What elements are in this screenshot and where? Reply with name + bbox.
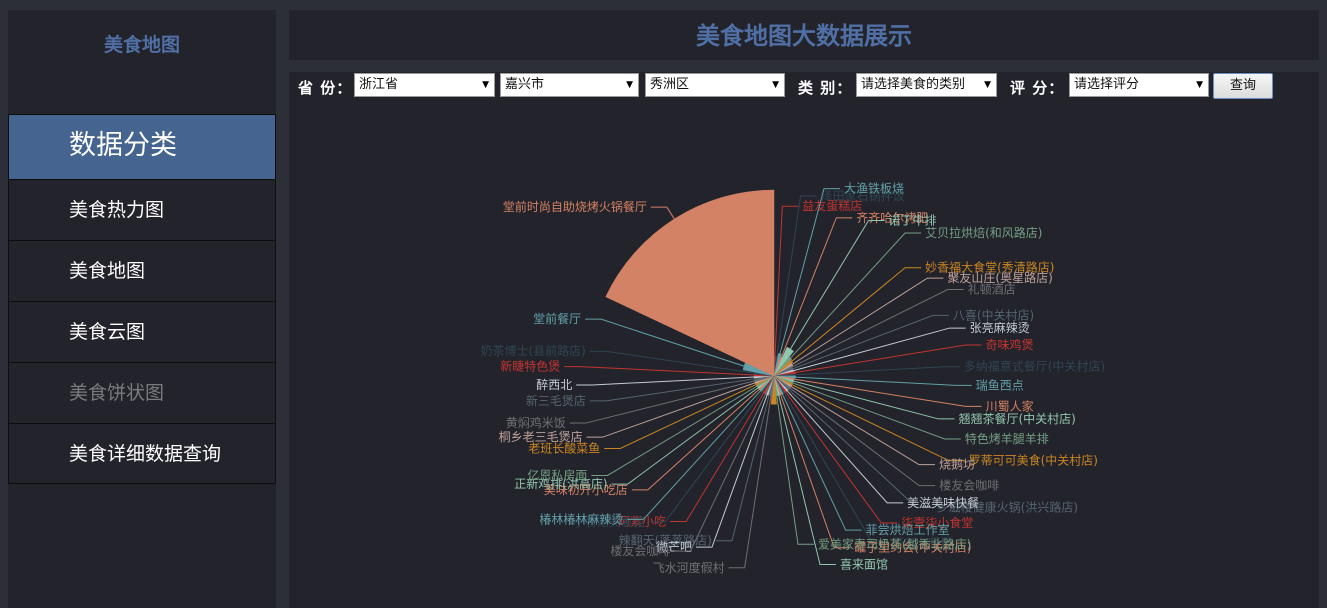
label-line (604, 384, 757, 450)
chevron-down-icon: ▼ (984, 80, 991, 90)
query-button[interactable]: 查询 (1213, 73, 1273, 99)
slice-label: 烧鹅坊 (939, 457, 975, 472)
pie-chart: 益友蛋糕店泽田家石锅拌饭大渔铁板烧齐齐哈尔烤肥诺丁牛排艾贝拉烘焙(和风路店)妙香… (480, 182, 1105, 575)
slice-label: 多纳福意式餐厅(中关村店) (964, 359, 1105, 374)
title-bar: 美食地图大数据展示 (289, 10, 1319, 60)
label-line (781, 393, 862, 531)
slice-label: 礼顿酒店 (968, 282, 1016, 297)
label-line (589, 378, 755, 402)
label-line (795, 344, 982, 374)
slice-label: 奶茶博士(县前路店) (480, 343, 585, 358)
label-line (791, 384, 965, 462)
sidebar-logo: 美食地图 (103, 34, 180, 56)
slice-label: 喜来面馆 (840, 556, 888, 571)
slice-label: 醉西北 (536, 377, 572, 392)
slice-label: 新睫特色煲 (500, 359, 560, 374)
label-line (774, 205, 799, 357)
label-line (783, 392, 889, 544)
district-value: 秀洲区 (650, 77, 690, 92)
label-line (780, 394, 851, 549)
label-line (789, 219, 885, 350)
sidebar-menu: 数据分类 美食热力图 美食地图 美食云图 美食饼状图 美食详细数据查询 (8, 114, 276, 484)
label-line (696, 394, 768, 548)
main-panel: 益友蛋糕店 泽田家石锅拌饭 大渔铁板烧 齐齐哈尔烤肥 诺丁牛排 艾贝拉烘焙(和风路店) 妙香… (289, 72, 1319, 608)
label-line (627, 390, 761, 520)
label-line (792, 314, 949, 370)
label-line (780, 217, 853, 358)
label-line (564, 366, 755, 376)
slice-label: 罗蒂可可美食(中关村店) (969, 453, 1098, 468)
slice-label: 特色烤羊腿羊排 (965, 431, 1049, 446)
label-line (776, 395, 814, 545)
city-value: 嘉兴市 (505, 77, 545, 92)
sidebar: 美食地图 数据分类 美食热力图 美食地图 美食云图 美食饼状图 美食详细数据查询 (8, 10, 276, 608)
filter-bar: 省 份： 浙江省 ▼ 嘉兴市 ▼ 秀洲区 ▼ 类 别： 请选择美食的类别 ▼ 评… (289, 72, 1319, 100)
sidebar-item-data-category[interactable]: 数据分类 (8, 114, 276, 179)
chevron-down-icon: ▼ (772, 80, 779, 90)
slice-label: 大渔铁板烧 (844, 182, 904, 196)
slice-label: 楼友会咖啡 (610, 543, 670, 558)
label-line (792, 382, 961, 440)
sidebar-item-food-map[interactable]: 美食地图 (8, 240, 276, 301)
label-line (786, 390, 904, 504)
label-line (791, 277, 944, 365)
page-title: 美食地图大数据展示 (696, 22, 912, 50)
slice-label: 艾贝拉烘焙(和风路店) (925, 225, 1042, 240)
label-line (611, 387, 759, 485)
sidebar-item-food-pie[interactable]: 美食饼状图 (8, 362, 276, 423)
label-line (674, 393, 766, 552)
city-select[interactable]: 嘉兴市 ▼ (500, 73, 639, 97)
label-line (788, 389, 933, 508)
chevron-down-icon: ▼ (626, 80, 633, 90)
slice-label: 菲尝烘焙工作室 (866, 522, 950, 537)
rating-label: 评 分： (1010, 79, 1065, 97)
label-line (576, 376, 755, 386)
slice-label: 奇味鸡煲 (986, 337, 1034, 352)
label-line (790, 232, 922, 359)
province-label: 省 份： (298, 79, 353, 97)
label-line (789, 387, 936, 487)
label-line (793, 366, 960, 376)
chevron-down-icon: ▼ (1196, 80, 1203, 90)
slice-label: 黄焖鸡米饭 (506, 415, 566, 430)
slice-label: 翘翘茶餐厅(中关村店) (958, 411, 1075, 426)
slice-label: 爱美家寿司奶茶(越秀北路店) (818, 536, 971, 551)
sidebar-item-food-heatmap[interactable]: 美食热力图 (8, 179, 276, 240)
slice-label: 美滋美味快餐 (907, 495, 979, 510)
district-select[interactable]: 秀洲区 ▼ (645, 73, 785, 97)
slice-label: 楼友会咖啡 (939, 478, 999, 493)
slice-label: 椿林椿林麻辣烫 (539, 511, 623, 526)
category-select[interactable]: 请选择美食的类别 ▼ (856, 73, 997, 97)
rating-value: 请选择评分 (1074, 77, 1140, 92)
slice-label: 堂前时尚自助烧烤火锅餐厅 (503, 199, 647, 214)
label-line (569, 380, 755, 424)
slice-label: 瑞鱼西点 (976, 378, 1024, 392)
category-value: 请选择美食的类别 (861, 77, 966, 92)
slice-label: 桐乡老三毛煲店 (499, 429, 583, 444)
label-line (795, 376, 972, 386)
sidebar-item-food-detail-query[interactable]: 美食详细数据查询 (8, 423, 276, 484)
slice-label: 张亮麻辣烫 (970, 320, 1030, 335)
slice-label: 堂前餐厅 (533, 311, 581, 326)
slice-label: 新三毛煲店 (526, 393, 586, 408)
rating-select[interactable]: 请选择评分 ▼ (1069, 73, 1209, 97)
slice-label: 飞水河度假村 (653, 560, 725, 575)
label-line (728, 395, 772, 569)
category-label: 类 别： (798, 79, 853, 97)
slice-label: 亿恩私房面 (527, 467, 587, 482)
label-line (793, 378, 982, 407)
label-line (715, 395, 770, 542)
chevron-down-icon: ▼ (482, 80, 489, 90)
label-line (650, 206, 675, 220)
label-line (776, 195, 817, 357)
province-select[interactable]: 浙江省 ▼ (354, 73, 495, 97)
province-value: 浙江省 (359, 77, 399, 92)
sidebar-item-food-cloud[interactable]: 美食云图 (8, 301, 276, 362)
